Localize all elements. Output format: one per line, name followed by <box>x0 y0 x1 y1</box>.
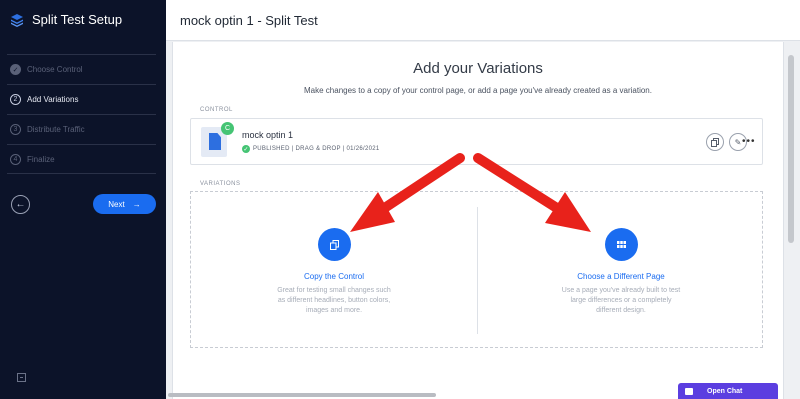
option-title[interactable]: Choose a Different Page <box>478 272 764 281</box>
step-number: 3 <box>10 124 21 135</box>
chat-icon <box>685 387 693 395</box>
option-description: Great for testing small changes such as … <box>277 287 391 314</box>
page-title: mock optin 1 - Split Test <box>180 13 318 28</box>
control-badge: C <box>221 122 234 135</box>
copy-icon <box>711 137 719 147</box>
option-copy-control[interactable]: Copy the Control Great for testing small… <box>191 192 477 349</box>
copy-icon <box>330 239 339 250</box>
step-number: 2 <box>10 94 21 105</box>
section-subheading: Make changes to a copy of your control p… <box>304 86 652 95</box>
control-page-name: mock optin 1 <box>242 130 294 140</box>
pencil-icon: ✎ <box>734 137 742 147</box>
step-label: Distribute Traffic <box>27 125 85 134</box>
step-number: 4 <box>10 153 21 165</box>
control-page-card: C mock optin 1 ✓ PUBLISHED | DRAG & DROP… <box>190 118 763 165</box>
document-icon <box>209 133 221 150</box>
sidebar: Split Test Setup ✓ Choose Control 2 Add … <box>0 0 166 399</box>
sidebar-title: Split Test Setup <box>32 12 123 27</box>
option-description-wrap: Use a page you've already built to test … <box>478 286 764 316</box>
step-add-variations[interactable]: 2 Add Variations <box>7 84 156 114</box>
section-heading: Add your Variations <box>413 60 543 77</box>
horizontal-scrollbar-thumb[interactable] <box>168 393 436 397</box>
more-options-icon[interactable]: ••• <box>742 136 756 147</box>
control-label: CONTROL <box>200 107 233 113</box>
arrow-right-icon: → <box>132 199 141 209</box>
collapse-sidebar-icon[interactable] <box>17 373 26 382</box>
step-distribute-traffic[interactable]: 3 Distribute Traffic <box>7 114 156 144</box>
step-finalize[interactable]: 4 Finalize <box>7 144 156 174</box>
copy-control-button[interactable] <box>318 228 351 261</box>
page-thumbnail: C <box>201 122 234 157</box>
main-card: Add your Variations Make changes to a co… <box>172 42 784 399</box>
top-bar: mock optin 1 - Split Test <box>166 0 800 41</box>
duplicate-button[interactable] <box>706 133 724 151</box>
step-label: Add Variations <box>27 95 79 104</box>
back-button[interactable]: ← <box>11 195 30 214</box>
option-choose-page[interactable]: Choose a Different Page Use a page you'v… <box>478 192 764 349</box>
chat-label: Open Chat <box>707 387 743 395</box>
open-chat-button[interactable]: Open Chat <box>678 383 778 399</box>
choose-page-button[interactable] <box>605 228 638 261</box>
control-page-meta: ✓ PUBLISHED | DRAG & DROP | 01/26/2021 <box>242 145 380 153</box>
variations-box: Copy the Control Great for testing small… <box>190 191 763 348</box>
step-complete-icon: ✓ <box>10 64 21 75</box>
option-title[interactable]: Copy the Control <box>191 272 477 281</box>
layers-icon <box>11 13 23 27</box>
steps-list: ✓ Choose Control 2 Add Variations 3 Dist… <box>0 54 166 174</box>
next-label: Next <box>108 199 125 209</box>
brand: Split Test Setup <box>10 12 122 27</box>
vertical-scrollbar-thumb[interactable] <box>788 55 794 243</box>
variations-label: VARIATIONS <box>200 181 241 187</box>
step-choose-control[interactable]: ✓ Choose Control <box>7 54 156 84</box>
option-description: Use a page you've already built to test … <box>561 287 681 314</box>
option-description-wrap: Great for testing small changes such as … <box>191 286 477 316</box>
grid-icon <box>617 241 626 248</box>
step-label: Choose Control <box>27 65 83 74</box>
control-meta-text: PUBLISHED | DRAG & DROP | 01/26/2021 <box>253 146 380 152</box>
arrow-left-icon: ← <box>15 199 26 210</box>
next-button[interactable]: Next → <box>93 194 156 214</box>
step-label: Finalize <box>27 154 55 164</box>
published-check-icon: ✓ <box>242 145 250 153</box>
